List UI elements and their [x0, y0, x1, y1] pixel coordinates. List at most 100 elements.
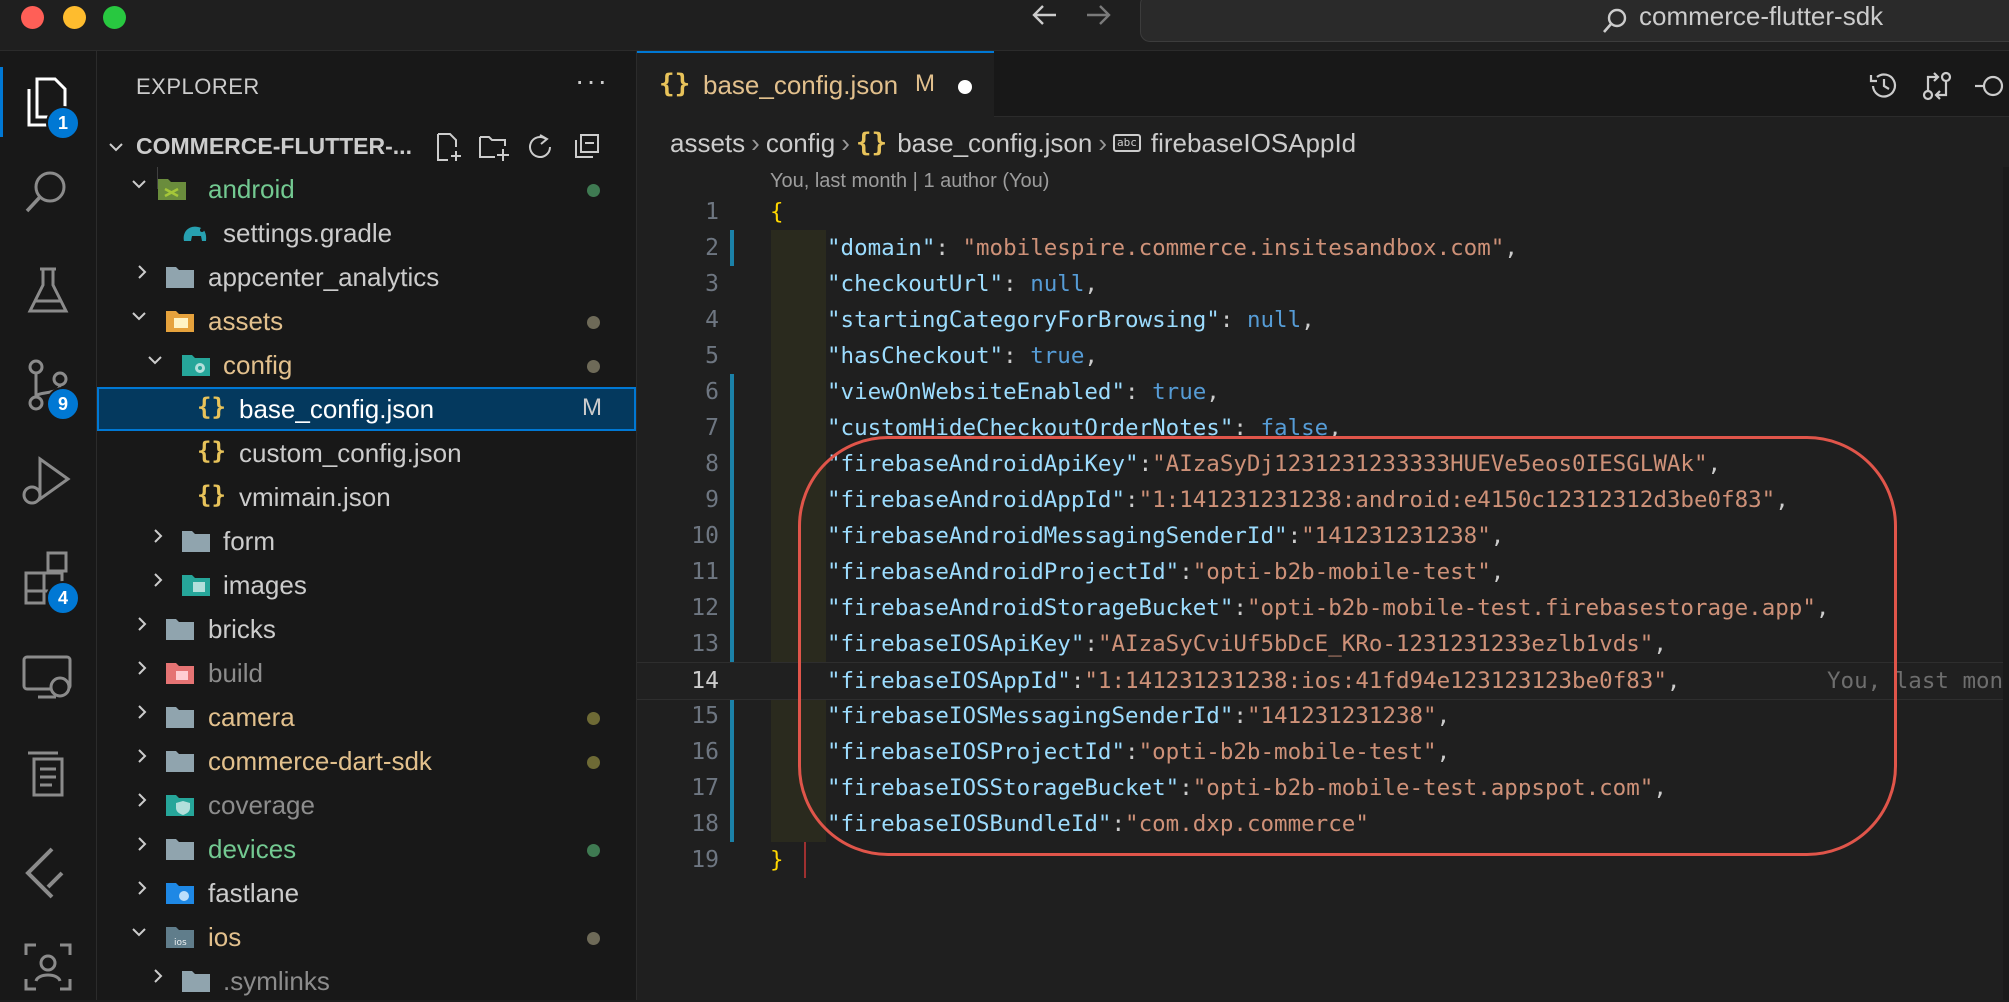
workspace-name: COMMERCE-FLUTTER-...	[136, 133, 412, 159]
tree-file-base-config-json[interactable]: {} base_config.json M	[97, 387, 636, 431]
gradle-elephant-icon	[183, 226, 207, 241]
tree-label: images	[223, 570, 307, 600]
assets-folder-icon	[166, 311, 194, 332]
editor-scrollbar[interactable]	[2003, 167, 2009, 1000]
tree-label: bricks	[208, 614, 276, 644]
tree-folder-config[interactable]: config	[97, 343, 636, 387]
json-file-icon: {}	[197, 481, 226, 509]
tree-file-settings-gradle[interactable]: settings.gradle	[97, 211, 636, 255]
chevron-right-icon	[138, 749, 147, 763]
timeline-history-icon[interactable]	[1867, 69, 1901, 103]
modified-mark: M	[582, 394, 602, 421]
json-file-icon: {}	[197, 437, 226, 465]
close-window-button[interactable]	[21, 6, 44, 29]
minimize-window-button[interactable]	[63, 6, 86, 29]
git-status-dot	[587, 360, 600, 373]
folder-icon	[166, 839, 194, 860]
screen-scan-icon[interactable]	[18, 937, 78, 997]
document-transfer-icon[interactable]	[18, 741, 78, 801]
explorer-activity[interactable]: 1	[0, 67, 99, 140]
breadcrumb-item[interactable]: config	[766, 128, 835, 159]
git-status-dot	[587, 316, 600, 329]
command-center-search[interactable]: commerce-flutter-sdk	[1140, 0, 2009, 42]
tree-label: vmimain.json	[239, 482, 391, 512]
line-number: 9	[705, 487, 719, 513]
chevron-right-icon	[138, 661, 147, 675]
code-line: 5 "hasCheckout": true,	[637, 338, 2009, 374]
line-number: 19	[691, 847, 719, 873]
chevron-right-icon: ›	[751, 127, 760, 158]
tree-folder-images[interactable]: images	[97, 563, 636, 607]
search-icon[interactable]	[18, 163, 78, 223]
code-line: 3 "checkoutUrl": null,	[637, 266, 2009, 302]
code-text: "viewOnWebsiteEnabled": true,	[827, 379, 1220, 405]
chevron-right-icon	[138, 265, 147, 279]
source-control-icon[interactable]: 9	[18, 355, 80, 421]
tree-label: commerce-dart-sdk	[208, 746, 432, 776]
new-file-icon[interactable]	[432, 131, 464, 163]
line-number: 6	[705, 379, 719, 405]
workspace-section-header[interactable]: COMMERCE-FLUTTER-...	[97, 127, 636, 167]
tab-base-config-json[interactable]: {} base_config.json M	[637, 51, 994, 118]
git-status-dot	[587, 932, 600, 945]
breadcrumb-item[interactable]: assets	[670, 128, 745, 159]
code-text: "domain": "mobilespire.commerce.insitesa…	[827, 235, 1518, 261]
folder-icon	[166, 619, 194, 640]
open-changes-icon[interactable]	[1973, 69, 2009, 103]
tree-label: devices	[208, 834, 297, 864]
unsaved-dot-icon[interactable]	[958, 80, 972, 94]
back-arrow-icon[interactable]	[1030, 0, 1060, 38]
line-number: 2	[705, 235, 719, 261]
tree-folder-commerce-dart-sdk[interactable]: commerce-dart-sdk	[97, 739, 636, 783]
folder-icon	[182, 531, 210, 552]
ios-folder-icon: ios	[166, 927, 194, 948]
new-folder-icon[interactable]	[477, 131, 511, 163]
fastlane-folder-icon	[166, 883, 194, 904]
maximize-window-button[interactable]	[103, 6, 126, 29]
git-blame-codelens[interactable]: You, last month | 1 author (You)	[770, 170, 1049, 193]
chevron-right-icon	[138, 793, 147, 807]
run-debug-icon[interactable]	[18, 451, 78, 511]
breadcrumb-item[interactable]: firebaseIOSAppId	[1151, 128, 1356, 159]
tree-file-vmimain-json[interactable]: {} vmimain.json	[97, 475, 636, 519]
tree-folder-symlinks[interactable]: .symlinks	[97, 959, 636, 1000]
tree-folder-devices[interactable]: devices	[97, 827, 636, 871]
testing-flask-icon[interactable]	[18, 261, 78, 321]
code-line: 2 "domain": "mobilespire.commerce.insites…	[637, 230, 2009, 266]
more-actions-button[interactable]: ···	[575, 65, 609, 97]
tree-folder-build[interactable]: build	[97, 651, 636, 695]
compare-changes-icon[interactable]	[1920, 69, 1954, 103]
collapse-all-icon[interactable]	[572, 131, 602, 163]
tree-folder-camera[interactable]: camera	[97, 695, 636, 739]
chevron-down-icon	[132, 312, 146, 321]
tree-folder-form[interactable]: form	[97, 519, 636, 563]
chevron-right-icon: ›	[841, 127, 850, 158]
tree-file-custom-config-json[interactable]: {} custom_config.json	[97, 431, 636, 475]
chevron-down-icon	[109, 143, 123, 152]
tree-folder-appcenter-analytics[interactable]: appcenter_analytics	[97, 255, 636, 299]
tree-label: custom_config.json	[239, 438, 462, 468]
flutter-icon[interactable]	[18, 843, 78, 903]
json-file-icon: {}	[659, 69, 691, 99]
remote-explorer-icon[interactable]	[18, 647, 78, 707]
tab-bar: {} base_config.json M	[637, 51, 2009, 118]
svg-text:ios: ios	[174, 938, 187, 948]
refresh-icon[interactable]	[526, 131, 556, 163]
tree-label: appcenter_analytics	[208, 262, 440, 292]
tree-label: assets	[208, 306, 284, 336]
tree-label: build	[208, 658, 263, 688]
extensions-icon[interactable]: 4	[18, 549, 80, 615]
tree-folder-bricks[interactable]: bricks	[97, 607, 636, 651]
explorer-sidebar: EXPLORER ··· COMMERCE-FLUTTER-... androi…	[97, 51, 637, 1000]
tree-folder-android[interactable]: android	[97, 167, 636, 211]
images-folder-icon	[182, 575, 210, 596]
tree-folder-assets[interactable]: assets	[97, 299, 636, 343]
breadcrumb-item[interactable]: base_config.json	[897, 128, 1092, 159]
line-number: 16	[691, 739, 719, 765]
folder-icon	[166, 707, 194, 728]
tree-folder-ios[interactable]: ios ios	[97, 915, 636, 959]
tree-folder-coverage[interactable]: coverage	[97, 783, 636, 827]
tree-folder-fastlane[interactable]: fastlane	[97, 871, 636, 915]
forward-arrow-icon[interactable]	[1083, 0, 1113, 38]
line-number: 7	[705, 415, 719, 441]
